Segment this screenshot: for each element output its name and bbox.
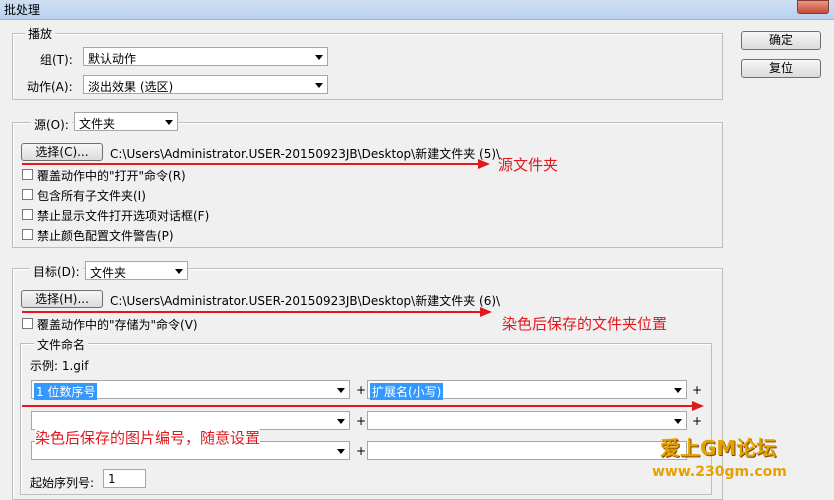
naming-example: 示例: 1.gif — [30, 359, 89, 373]
plus-separator: + — [692, 414, 703, 428]
arrow-right-icon — [692, 401, 704, 411]
group-label: 组(T): — [40, 53, 73, 67]
group-select-value: 默认动作 — [88, 52, 137, 66]
naming-field-4[interactable] — [367, 411, 687, 430]
annotation-dest-folder: 染色后保存的文件夹位置 — [502, 315, 668, 333]
dest-select-value: 文件夹 — [90, 266, 127, 280]
source-choose-button[interactable]: 选择(C)... — [21, 143, 103, 161]
arrow-right-icon — [478, 159, 490, 169]
annotation-arrow-line — [22, 311, 482, 313]
chevron-down-icon — [337, 419, 345, 424]
title-bar: 批处理 — [0, 0, 834, 20]
source-option-checkbox-1[interactable] — [22, 169, 33, 180]
annotation-arrow-line — [22, 163, 480, 165]
watermark-url: www.230gm.com — [652, 464, 787, 480]
watermark-logo: 爱上GM论坛 — [660, 436, 777, 460]
dest-path: C:\Users\Administrator.USER-20150923JB\D… — [110, 294, 501, 308]
source-option-checkbox-4[interactable] — [22, 229, 33, 240]
source-label: 源(O): — [31, 116, 72, 133]
naming-legend: 文件命名 — [34, 336, 89, 353]
naming-field-2[interactable]: 扩展名(小写) — [367, 380, 687, 400]
chevron-down-icon — [674, 419, 682, 424]
window-title: 批处理 — [4, 3, 41, 17]
dest-choose-button[interactable]: 选择(H)... — [21, 290, 103, 308]
annotation-arrow-line — [22, 405, 694, 407]
dest-override-label: 覆盖动作中的"存储为"命令(V) — [37, 318, 198, 332]
annotation-naming: 染色后保存的图片编号，随意设置 — [35, 427, 261, 448]
start-number-value: 1 — [108, 472, 116, 486]
source-option-label-4: 禁止颜色配置文件警告(P) — [37, 229, 174, 243]
source-option-checkbox-2[interactable] — [22, 189, 33, 200]
chevron-down-icon — [175, 269, 183, 274]
action-select-value: 淡出效果 (选区) — [88, 80, 174, 94]
dest-override-checkbox[interactable] — [22, 318, 33, 329]
chevron-down-icon — [337, 449, 345, 454]
play-legend: 播放 — [25, 25, 56, 42]
source-option-label-3: 禁止显示文件打开选项对话框(F) — [37, 209, 210, 223]
chevron-down-icon — [674, 388, 682, 393]
naming-field-2-value: 扩展名(小写) — [370, 383, 444, 400]
naming-field-1-value: 1 位数序号 — [34, 383, 98, 400]
ok-button[interactable]: 确定 — [741, 31, 821, 50]
chevron-down-icon — [165, 120, 173, 125]
naming-field-6[interactable] — [367, 441, 687, 460]
action-select[interactable]: 淡出效果 (选区) — [83, 75, 328, 94]
arrow-right-icon — [480, 307, 492, 317]
plus-separator: + — [356, 414, 367, 428]
chevron-down-icon — [315, 83, 323, 88]
chevron-down-icon — [315, 55, 323, 60]
source-select[interactable]: 文件夹 — [74, 112, 178, 131]
dest-select[interactable]: 文件夹 — [85, 261, 188, 280]
action-label: 动作(A): — [27, 80, 73, 94]
group-select[interactable]: 默认动作 — [83, 47, 328, 66]
naming-field-1[interactable]: 1 位数序号 — [31, 380, 350, 400]
source-path: C:\Users\Administrator.USER-20150923JB\D… — [110, 147, 501, 161]
plus-separator: + — [356, 444, 367, 458]
plus-separator: + — [692, 383, 703, 397]
source-option-checkbox-3[interactable] — [22, 209, 33, 220]
source-option-label-2: 包含所有子文件夹(I) — [37, 189, 146, 203]
source-select-value: 文件夹 — [79, 117, 116, 131]
source-option-label-1: 覆盖动作中的"打开"命令(R) — [37, 169, 186, 183]
chevron-down-icon — [337, 388, 345, 393]
start-number-label: 起始序列号: — [30, 476, 95, 490]
close-button[interactable] — [797, 0, 829, 14]
reset-button[interactable]: 复位 — [741, 59, 821, 78]
start-number-input[interactable]: 1 — [103, 469, 146, 488]
dest-label: 目标(D): — [30, 263, 83, 280]
annotation-source-folder: 源文件夹 — [498, 156, 559, 174]
plus-separator: + — [356, 383, 367, 397]
